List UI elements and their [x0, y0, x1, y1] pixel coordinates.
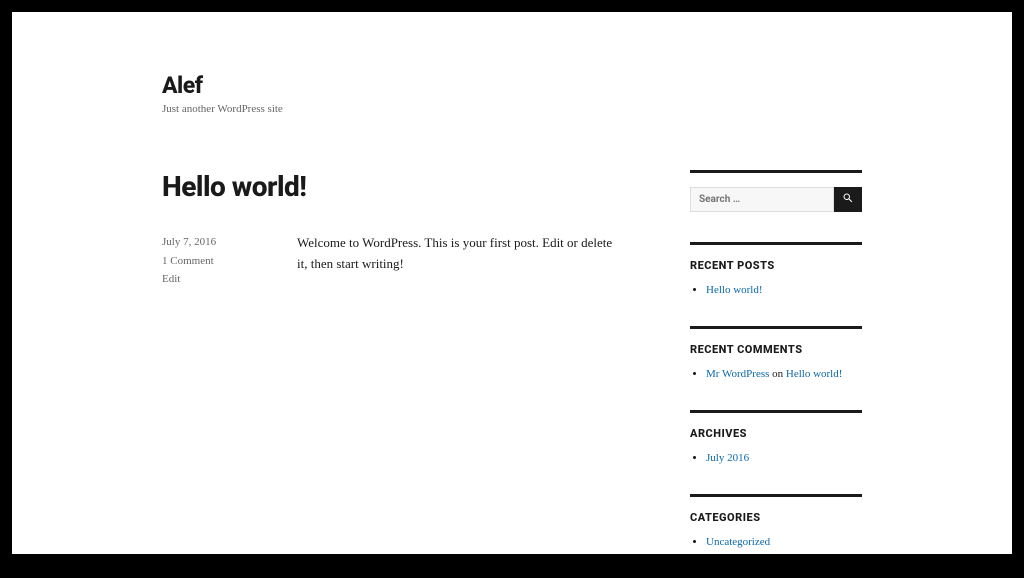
post-meta: July 7, 2016 1 Comment Edit — [162, 233, 267, 289]
site-tagline: Just another WordPress site — [162, 103, 862, 115]
widget-title: RECENT COMMENTS — [690, 343, 862, 356]
comment-post-link[interactable]: Hello world! — [786, 368, 843, 380]
widget-rule — [690, 326, 862, 329]
categories-list: Uncategorized — [690, 536, 862, 548]
widget-title: CATEGORIES — [690, 511, 862, 524]
post-edit-link[interactable]: Edit — [162, 273, 180, 285]
search-widget — [690, 170, 862, 212]
post: Hello world! July 7, 2016 1 Comment Edit… — [162, 170, 620, 289]
category-link[interactable]: Uncategorized — [706, 536, 770, 548]
comment-author-link[interactable]: Mr WordPress — [706, 368, 769, 380]
search-form — [690, 170, 862, 212]
recent-posts-widget: RECENT POSTS Hello world! — [690, 242, 862, 296]
archives-list: July 2016 — [690, 452, 862, 464]
post-title-link[interactable]: Hello world! — [162, 170, 306, 203]
post-body: July 7, 2016 1 Comment Edit Welcome to W… — [162, 233, 620, 289]
widget-rule — [690, 494, 862, 497]
archive-link[interactable]: July 2016 — [706, 452, 749, 464]
comment-on-text: on — [769, 368, 786, 380]
main-column: Hello world! July 7, 2016 1 Comment Edit… — [162, 170, 640, 554]
page-inner: Alef Just another WordPress site Hello w… — [12, 12, 1012, 554]
post-content: Welcome to WordPress. This is your first… — [297, 233, 620, 289]
recent-post-link[interactable]: Hello world! — [706, 284, 763, 296]
categories-widget: CATEGORIES Uncategorized — [690, 494, 862, 548]
recent-comments-widget: RECENT COMMENTS Mr WordPress on Hello wo… — [690, 326, 862, 380]
archives-widget: ARCHIVES July 2016 — [690, 410, 862, 464]
site-title: Alef — [162, 72, 862, 99]
search-input[interactable] — [690, 187, 834, 212]
search-button[interactable] — [834, 187, 862, 212]
list-item: July 2016 — [706, 452, 862, 464]
list-item: Hello world! — [706, 284, 862, 296]
widget-title: RECENT POSTS — [690, 259, 862, 272]
post-comments-link[interactable]: 1 Comment — [162, 255, 214, 267]
content-area: Hello world! July 7, 2016 1 Comment Edit… — [162, 170, 862, 554]
widget-rule — [690, 242, 862, 245]
search-icon — [842, 192, 854, 207]
recent-comments-list: Mr WordPress on Hello world! — [690, 368, 862, 380]
site-header: Alef Just another WordPress site — [162, 72, 862, 115]
site-title-link[interactable]: Alef — [162, 72, 203, 99]
sidebar: RECENT POSTS Hello world! RECENT COMMENT… — [690, 170, 862, 554]
post-title: Hello world! — [162, 170, 620, 203]
page-frame: Alef Just another WordPress site Hello w… — [12, 12, 1012, 554]
list-item: Uncategorized — [706, 536, 862, 548]
post-date-link[interactable]: July 7, 2016 — [162, 236, 216, 248]
widget-title: ARCHIVES — [690, 427, 862, 440]
list-item: Mr WordPress on Hello world! — [706, 368, 862, 380]
widget-rule — [690, 410, 862, 413]
recent-posts-list: Hello world! — [690, 284, 862, 296]
